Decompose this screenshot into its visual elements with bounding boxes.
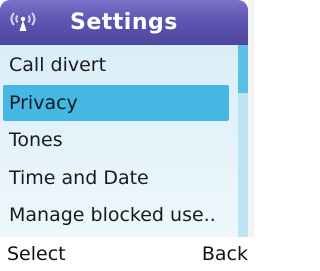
title-bar: Settings xyxy=(0,0,248,45)
menu-item-tones[interactable]: Tones xyxy=(0,122,238,158)
phone-screen: Settings Call divert Privacy Tones Time … xyxy=(0,0,254,271)
settings-menu-list: Call divert Privacy Tones Time and Date … xyxy=(0,45,238,237)
scrollbar-thumb[interactable] xyxy=(238,45,248,93)
menu-item-manage-blocked-users[interactable]: Manage blocked use.. xyxy=(0,197,238,233)
softkey-bar: Select Back xyxy=(0,237,254,271)
menu-item-call-divert[interactable]: Call divert xyxy=(0,47,238,83)
menu-item-time-and-date[interactable]: Time and Date xyxy=(0,160,238,196)
scrollbar[interactable] xyxy=(238,45,248,237)
menu-item-privacy[interactable]: Privacy xyxy=(3,85,229,121)
back-softkey[interactable]: Back xyxy=(202,237,248,271)
signal-antenna-icon xyxy=(8,10,38,32)
page-title: Settings xyxy=(70,10,178,35)
select-softkey[interactable]: Select xyxy=(7,237,66,271)
screen-edge xyxy=(248,0,254,271)
